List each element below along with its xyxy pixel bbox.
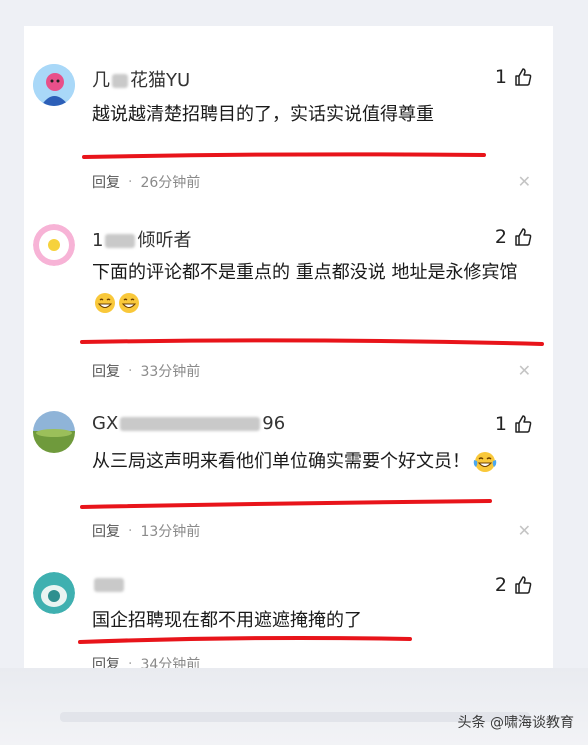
thumbs-up-icon[interactable] bbox=[513, 575, 533, 595]
username[interactable] bbox=[92, 574, 126, 595]
comment-list: 几花猫YU 1 越说越清楚招聘目的了，实话实说值得尊重 回复 · 26分钟前 ✕ bbox=[24, 26, 553, 668]
close-icon[interactable]: ✕ bbox=[518, 172, 531, 191]
comment-meta: 回复 · 13分钟前 bbox=[92, 521, 200, 541]
reply-button[interactable]: 回复 bbox=[92, 654, 120, 668]
avatar[interactable] bbox=[33, 411, 75, 453]
avatar[interactable] bbox=[33, 572, 75, 614]
close-icon[interactable]: ✕ bbox=[518, 521, 531, 540]
comment-meta: 回复 · 26分钟前 bbox=[92, 172, 200, 192]
comment-text: 从三局这声明来看他们单位确实需要个好文员！ bbox=[92, 447, 537, 477]
comment-meta: 回复 · 34分钟前 bbox=[92, 654, 200, 668]
like-count[interactable]: 1 bbox=[495, 66, 533, 88]
reply-button[interactable]: 回复 bbox=[92, 172, 120, 192]
username[interactable]: 1 倾听者 bbox=[92, 226, 191, 252]
close-icon[interactable]: ✕ bbox=[518, 361, 531, 380]
timestamp: 26分钟前 bbox=[140, 175, 201, 191]
separator-dot: · bbox=[128, 523, 133, 539]
timestamp: 13分钟前 bbox=[140, 524, 201, 540]
reply-button[interactable]: 回复 bbox=[92, 361, 120, 381]
like-count[interactable]: 2 bbox=[495, 226, 533, 248]
avatar[interactable] bbox=[33, 64, 75, 106]
timestamp: 34分钟前 bbox=[140, 657, 201, 668]
separator-dot: · bbox=[128, 656, 133, 668]
comment-text: 下面的评论都不是重点的 重点都没说 地址是永修宾馆 bbox=[92, 258, 537, 318]
separator-dot: · bbox=[128, 174, 133, 190]
watermark-text: 头条 @啸海谈教育 bbox=[457, 715, 574, 731]
separator-dot: · bbox=[128, 363, 133, 379]
like-count[interactable]: 2 bbox=[495, 574, 533, 596]
thumbs-up-icon[interactable] bbox=[513, 227, 533, 247]
thumbs-up-icon[interactable] bbox=[513, 414, 533, 434]
avatar[interactable] bbox=[33, 224, 75, 266]
username[interactable]: 几花猫YU bbox=[92, 66, 190, 92]
username[interactable]: GX 96 bbox=[92, 413, 285, 434]
comment-text: 国企招聘现在都不用遮遮掩掩的了 bbox=[92, 610, 362, 631]
like-count[interactable]: 1 bbox=[495, 413, 533, 435]
reply-button[interactable]: 回复 bbox=[92, 521, 120, 541]
thumbs-up-icon[interactable] bbox=[513, 67, 533, 87]
grin-emoji-icon bbox=[119, 293, 139, 313]
laugh-cry-emoji-icon bbox=[473, 452, 497, 472]
grin-emoji-icon bbox=[95, 293, 115, 313]
timestamp: 33分钟前 bbox=[140, 364, 201, 380]
comment-meta: 回复 · 33分钟前 bbox=[92, 361, 200, 381]
bottom-background bbox=[0, 668, 588, 745]
comment-text: 越说越清楚招聘目的了，实话实说值得尊重 bbox=[92, 104, 434, 125]
